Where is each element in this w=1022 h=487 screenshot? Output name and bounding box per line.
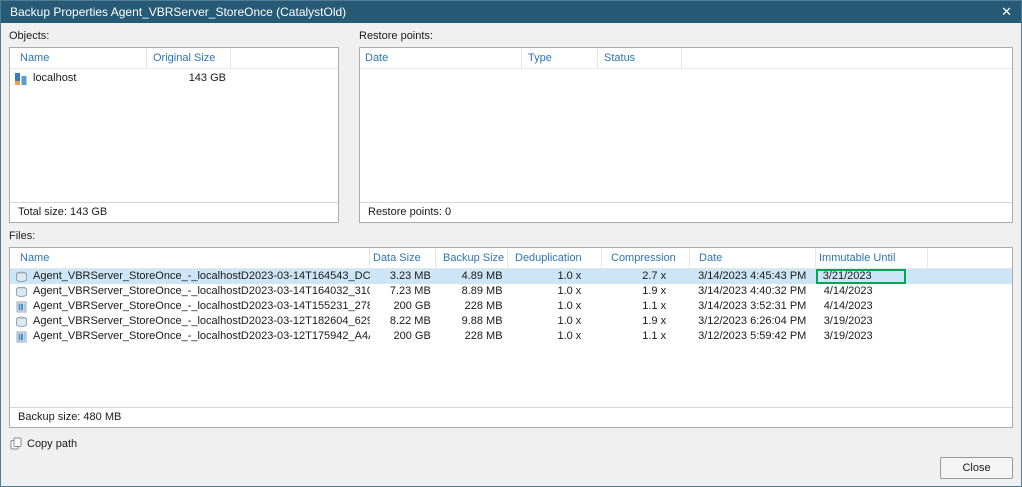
file-date: 3/14/2023 4:40:32 PM [698, 285, 807, 297]
files-col-deduplication[interactable]: Deduplication [508, 248, 602, 268]
files-col-backup-size[interactable]: Backup Size [436, 248, 508, 268]
objects-table-body: localhost 143 GB [10, 69, 338, 202]
file-row[interactable]: Agent_VBRServer_StoreOnce_-_localhostD20… [10, 284, 1012, 299]
file-name: Agent_VBRServer_StoreOnce_-_localhostD20… [33, 330, 370, 342]
file-data-size: 8.22 MB [389, 315, 431, 327]
objects-label: Objects: [9, 30, 50, 42]
restore-points-panel: Restore points: Date Type Status Restore… [359, 23, 1013, 223]
restore-points-count: Restore points: 0 [360, 202, 1012, 222]
files-col-date[interactable]: Date [690, 248, 816, 268]
file-name: Agent_VBRServer_StoreOnce_-_localhostD20… [33, 300, 370, 312]
objects-col-original-size[interactable]: Original Size [147, 48, 231, 68]
file-compression: 1.9 x [642, 285, 667, 297]
restore-points-table: Date Type Status Restore points: 0 [359, 47, 1013, 223]
files-backup-size: Backup size: 480 MB [10, 407, 1012, 427]
file-date: 3/14/2023 3:52:31 PM [698, 300, 807, 312]
file-data-size: 200 GB [393, 330, 431, 342]
objects-table: Name Original Size localhost 143 GB Tota… [9, 47, 339, 223]
file-backup-size: 8.89 MB [461, 285, 503, 297]
file-compression: 1.1 x [642, 330, 667, 342]
restore-col-type[interactable]: Type [522, 48, 598, 68]
objects-panel: Objects: Name Original Size localhost 14… [9, 23, 339, 223]
files-table-header: Name Data Size Backup Size Deduplication… [10, 248, 1012, 269]
files-label: Files: [9, 230, 36, 242]
dialog-content: Objects: Name Original Size localhost 14… [1, 23, 1021, 486]
file-deduplication: 1.0 x [557, 315, 582, 327]
backup-properties-dialog: Backup Properties Agent_VBRServer_StoreO… [0, 0, 1022, 487]
file-date: 3/12/2023 5:59:42 PM [698, 330, 807, 342]
files-col-immutable-until[interactable]: Immutable Until [816, 248, 928, 268]
objects-table-header: Name Original Size [10, 48, 338, 69]
copy-path-button[interactable]: Copy path [10, 437, 77, 450]
objects-total-size: Total size: 143 GB [10, 202, 338, 222]
restore-points-label: Restore points: [359, 30, 433, 42]
file-compression: 2.7 x [642, 270, 667, 282]
vib-file-icon [15, 286, 28, 298]
file-name: Agent_VBRServer_StoreOnce_-_localhostD20… [33, 285, 370, 297]
window-close-icon[interactable]: ✕ [1001, 1, 1012, 23]
vbk-file-icon [15, 301, 28, 313]
file-deduplication: 1.0 x [557, 270, 582, 282]
vib-file-icon [15, 316, 28, 328]
file-deduplication: 1.0 x [557, 330, 582, 342]
vib-file-icon [15, 271, 28, 283]
file-name: Agent_VBRServer_StoreOnce_-_localhostD20… [33, 315, 370, 327]
file-deduplication: 1.0 x [557, 300, 582, 312]
objects-header-filler [231, 48, 338, 68]
title-bar: Backup Properties Agent_VBRServer_StoreO… [1, 1, 1021, 23]
restore-points-table-header: Date Type Status [360, 48, 1012, 69]
restore-col-status[interactable]: Status [598, 48, 682, 68]
files-col-name[interactable]: Name [10, 248, 370, 268]
file-immutable-until: 3/21/2023 [815, 269, 906, 284]
file-data-size: 200 GB [393, 300, 431, 312]
restore-header-filler [682, 48, 1012, 68]
object-original-size: 143 GB [188, 72, 226, 84]
restore-points-table-body [360, 69, 1012, 202]
file-immutable-until: 4/14/2023 [823, 300, 873, 312]
file-deduplication: 1.0 x [557, 285, 582, 297]
file-backup-size: 228 MB [464, 330, 503, 342]
copy-icon [10, 437, 22, 450]
file-immutable-until: 3/19/2023 [823, 330, 873, 342]
file-data-size: 3.23 MB [389, 270, 431, 282]
file-date: 3/12/2023 6:26:04 PM [698, 315, 807, 327]
vbk-file-icon [15, 331, 28, 343]
objects-col-name[interactable]: Name [10, 48, 147, 68]
file-backup-size: 9.88 MB [461, 315, 503, 327]
close-button[interactable]: Close [940, 457, 1013, 479]
files-col-data-size[interactable]: Data Size [370, 248, 436, 268]
file-row[interactable]: Agent_VBRServer_StoreOnce_-_localhostD20… [10, 329, 1012, 344]
file-compression: 1.1 x [642, 300, 667, 312]
object-row-localhost[interactable]: localhost 143 GB [10, 69, 338, 88]
file-backup-size: 228 MB [464, 300, 503, 312]
copy-path-label: Copy path [27, 437, 78, 450]
file-row[interactable]: Agent_VBRServer_StoreOnce_-_localhostD20… [10, 269, 1012, 284]
file-backup-size: 4.89 MB [461, 270, 503, 282]
file-date: 3/14/2023 4:45:43 PM [698, 270, 807, 282]
files-col-compression[interactable]: Compression [602, 248, 690, 268]
file-name: Agent_VBRServer_StoreOnce_-_localhostD20… [33, 270, 370, 282]
files-table-body: Agent_VBRServer_StoreOnce_-_localhostD20… [10, 269, 1012, 407]
file-immutable-until: 4/14/2023 [823, 285, 873, 297]
host-icon [14, 72, 28, 86]
files-header-filler [928, 248, 1012, 268]
file-row[interactable]: Agent_VBRServer_StoreOnce_-_localhostD20… [10, 299, 1012, 314]
restore-col-date[interactable]: Date [360, 48, 522, 68]
files-table: Name Data Size Backup Size Deduplication… [9, 247, 1013, 428]
object-name: localhost [33, 72, 77, 84]
file-row[interactable]: Agent_VBRServer_StoreOnce_-_localhostD20… [10, 314, 1012, 329]
window-title: Backup Properties Agent_VBRServer_StoreO… [10, 5, 347, 19]
file-data-size: 7.23 MB [389, 285, 431, 297]
file-immutable-until: 3/19/2023 [823, 315, 873, 327]
file-compression: 1.9 x [642, 315, 667, 327]
